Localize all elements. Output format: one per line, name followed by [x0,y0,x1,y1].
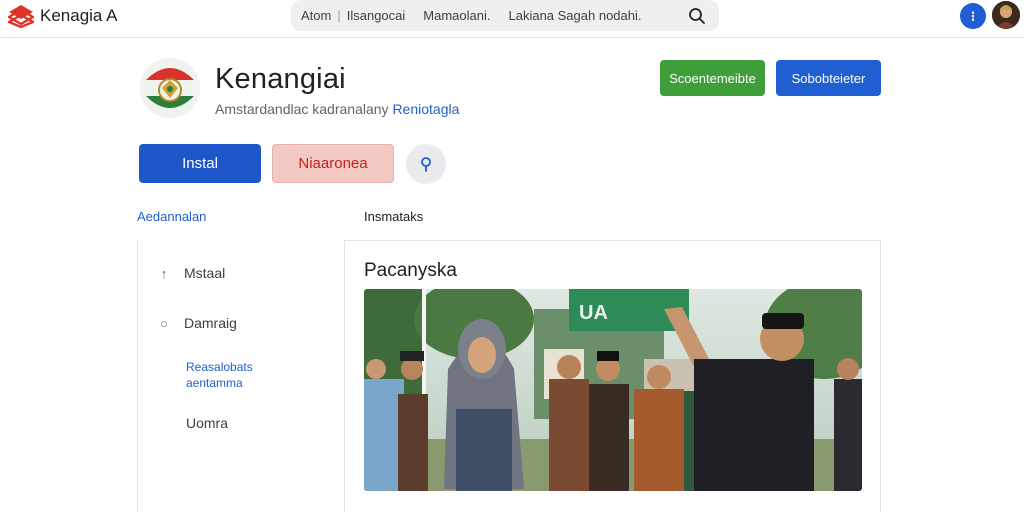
sidebar-item-label: Damraig [184,315,237,331]
app-logo [140,58,200,118]
nav-item-mamaolani[interactable]: Mamaolani. [423,8,490,23]
share-button[interactable] [406,144,446,184]
nav-item-ilsangocai[interactable]: Ilsangocai [347,8,406,23]
share-icon [421,157,431,172]
svg-text:UA: UA [579,302,608,324]
search-button[interactable] [685,4,709,28]
uninstall-button[interactable]: Niaaronea [272,144,394,183]
avatar-image [992,1,1020,29]
header-blue-button[interactable]: Sobobteieter [776,60,881,96]
top-bar: Kenagia A Atom | Ilsangocai Mamaolani. L… [0,0,1024,38]
sidebar-item-mstaal[interactable]: ↑ Mstaal [158,265,225,281]
crowd-photo: UA [364,289,862,491]
developer-link[interactable]: Reniotagla [392,101,459,117]
nav-item-lakiana[interactable]: Lakiana Sagah nodahi. [508,8,641,23]
more-options-icon[interactable]: ⁝ [960,3,986,29]
brand-logo-icon [8,5,34,28]
sidebar-sub-link[interactable]: Reasalobats aentamma [186,359,253,391]
nav-separator: | [337,8,341,23]
sidebar-item-uomra[interactable]: Uomra [186,415,228,431]
brand-name: Kenagia A [40,6,118,25]
top-navigation: Atom | Ilsangocai Mamaolani. Lakiana Sag… [291,0,719,31]
user-avatar[interactable] [992,1,1020,29]
sidebar-item-label: Mstaal [184,265,226,281]
nav-item-atom[interactable]: Atom [301,8,331,23]
app-emblem-icon [140,58,200,118]
sidebar-heading[interactable]: Aedannalan [137,209,206,224]
arrow-icon: ↑ [160,265,168,281]
app-subtitle-text: Amstardandlac kadranalany [215,101,393,117]
sidebar-sub-link-line2: aentamma [186,376,243,390]
brand[interactable]: Kenagia A [8,4,118,28]
sidebar-sub-link-line1: Reasalobats [186,360,253,374]
app-title: Kenangiai [215,63,346,95]
circle-icon: ○ [160,315,168,331]
sidebar-item-damraig[interactable]: ○ Damraig [158,315,237,331]
main-heading: Insmataks [364,209,424,224]
content-card: Pacanyska UA [344,240,881,512]
install-button[interactable]: Instal [139,144,261,183]
header-green-button[interactable]: Scoentemeibte [660,60,765,96]
app-subtitle: Amstardandlac kadranalany Reniotagla [215,101,459,117]
photo-image[interactable]: UA [364,289,862,491]
sidebar: ↑ Mstaal ○ Damraig Reasalobats aentamma … [137,239,337,512]
search-icon [689,7,705,24]
card-title: Pacanyska [364,260,457,281]
